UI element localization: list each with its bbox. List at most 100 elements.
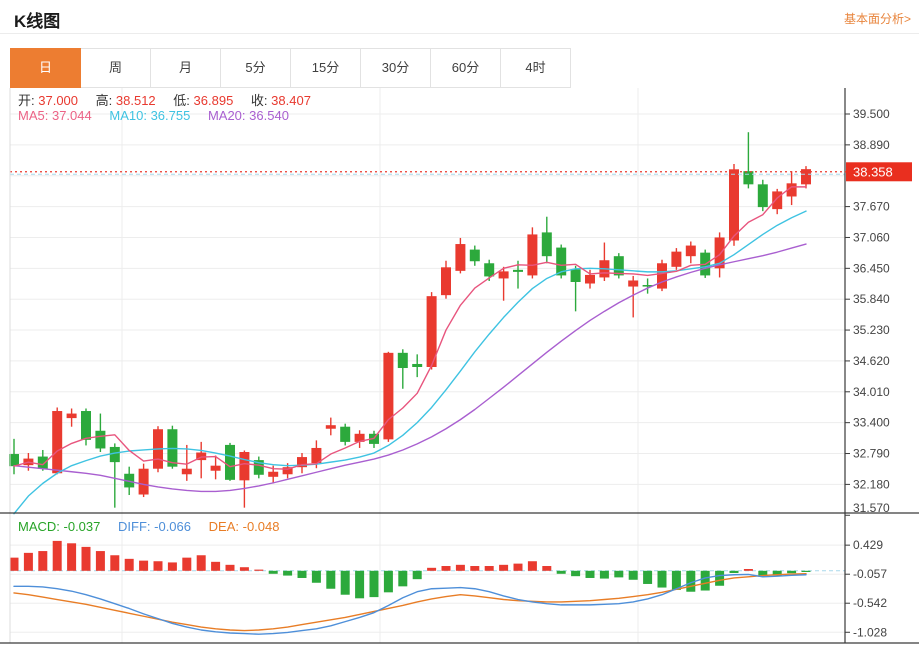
macd-bar-positive	[167, 562, 177, 571]
macd-bar-negative	[585, 570, 595, 578]
macd-bar-positive	[95, 551, 105, 571]
macd-bar-negative	[412, 570, 422, 580]
y-axis-label: 34.010	[853, 385, 890, 399]
candle-down	[109, 446, 120, 463]
macd-bar-negative	[556, 570, 566, 574]
ohlc-info-row: 开: 37.000 高: 38.512 低: 36.895 收: 38.407	[18, 90, 311, 109]
kline-page: K线图 基本面分析> 日周月 5分 15分 30分 60分 4时 39.500 38.890…	[0, 0, 919, 646]
macd-bar-positive	[9, 557, 19, 571]
ma10-line	[13, 210, 807, 515]
macd-bar-negative	[311, 570, 321, 583]
macd-bar-negative	[599, 570, 609, 579]
macd-bar-positive	[484, 566, 494, 571]
macd-bar-negative	[355, 570, 365, 599]
candle-down	[397, 352, 408, 369]
macd-bar-negative	[657, 570, 667, 588]
macd-bar-negative	[398, 570, 408, 587]
candle-up	[628, 280, 639, 287]
macd-bar-positive	[81, 546, 91, 571]
macd-value: -0.037	[63, 519, 101, 534]
candle-up	[239, 452, 250, 481]
ma20-label: MA20:	[207, 108, 246, 123]
candle-up	[527, 234, 538, 276]
y-axis-label: 32.180	[853, 477, 890, 491]
macd-bar-negative	[283, 570, 293, 576]
y-axis-label: 38.890	[853, 138, 890, 152]
tab-day[interactable]: 日	[10, 48, 81, 88]
close-value: 38.407	[271, 93, 311, 108]
open-label: 开:	[18, 93, 35, 108]
candle-down	[225, 444, 235, 480]
ma5-label: MA5:	[18, 108, 49, 123]
open-value: 37.000	[38, 93, 79, 108]
macd-bar-positive	[470, 566, 480, 571]
candle-up	[210, 465, 221, 471]
ma10-label: MA10:	[109, 108, 147, 123]
macd-bar-positive	[211, 561, 221, 571]
candle-down	[340, 426, 351, 442]
macd-bar-negative	[787, 570, 797, 574]
macd-bar-negative	[643, 570, 653, 584]
macd-bar-positive	[743, 569, 753, 571]
macd-bar-positive	[441, 566, 451, 571]
candle-down	[743, 171, 754, 185]
candle-down	[757, 184, 768, 208]
diff-value: -0.066	[154, 519, 192, 534]
candle-up	[455, 244, 466, 271]
candle-up	[181, 468, 192, 475]
macd-bar-positive	[225, 564, 235, 571]
macd-bar-negative	[369, 570, 379, 598]
macd-bar-positive	[527, 561, 537, 571]
y-axis-label: 35.840	[853, 292, 890, 306]
y-axis-label: 37.670	[853, 200, 890, 214]
macd-bar-positive	[153, 561, 163, 571]
candle-up	[325, 425, 336, 429]
candle-down	[412, 363, 423, 367]
macd-bar-positive	[427, 567, 437, 571]
diff-label: DIFF:	[118, 519, 151, 534]
macd-bar-negative	[614, 570, 624, 578]
candle-up	[268, 471, 279, 477]
macd-axis-label: -1.028	[853, 625, 887, 639]
macd-bar-positive	[499, 564, 509, 571]
high-label: 高:	[95, 93, 113, 108]
high-value: 38.512	[115, 93, 156, 108]
y-axis-label: 33.400	[853, 416, 890, 430]
candle-up	[498, 271, 509, 279]
y-axis-label: 35.230	[853, 323, 890, 337]
macd-bar-negative	[326, 570, 336, 589]
candle-down	[37, 456, 48, 469]
candle-down	[570, 269, 581, 282]
macd-bar-negative	[700, 570, 710, 591]
macd-bar-negative	[628, 570, 638, 580]
macd-bar-negative	[268, 570, 278, 574]
y-axis-label: 34.620	[853, 354, 890, 368]
ma20-line	[13, 243, 807, 493]
macd-bar-positive	[139, 560, 149, 571]
macd-axis-label: -0.542	[853, 596, 887, 610]
macd-info-row: MACD: -0.037 DIFF: -0.066 DEA: -0.048	[18, 519, 279, 534]
ma-info-row: MA5: 37.044 MA10: 36.755 MA20: 36.540	[18, 108, 289, 123]
candle-up	[671, 251, 682, 267]
low-value: 36.895	[193, 93, 234, 108]
macd-bar-positive	[542, 566, 552, 571]
macd-bar-negative	[383, 570, 393, 593]
macd-bar-negative	[340, 570, 350, 595]
ma5-line	[13, 186, 807, 470]
ma5-value: 37.044	[51, 108, 92, 123]
macd-bar-positive	[254, 569, 264, 571]
macd-bar-positive	[52, 540, 62, 571]
candle-up	[657, 263, 667, 289]
macd-bar-positive	[110, 555, 120, 571]
candle-up	[138, 468, 149, 495]
macd-label: MACD:	[18, 519, 60, 534]
macd-bar-positive	[38, 551, 48, 571]
candle-down	[541, 232, 552, 257]
dea-value: -0.048	[242, 519, 280, 534]
macd-bar-positive	[455, 564, 465, 571]
candle-up	[585, 274, 595, 284]
macd-bar-positive	[23, 552, 33, 571]
macd-axis-label: 0.429	[853, 538, 883, 552]
candle-down	[81, 411, 91, 440]
candle-down	[513, 269, 523, 272]
